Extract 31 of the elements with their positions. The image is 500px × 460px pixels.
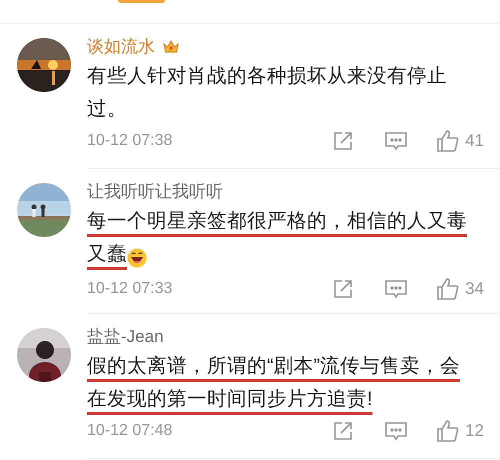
comment-time: 10-12 07:33 (87, 278, 174, 299)
like-button[interactable]: 41 (437, 128, 484, 154)
comment-button[interactable] (385, 420, 408, 441)
username[interactable]: 盐盐-Jean (87, 324, 164, 350)
share-icon (333, 130, 354, 151)
thumbs-up-icon (437, 278, 460, 300)
like-button[interactable]: 34 (437, 276, 484, 302)
comment-button[interactable] (385, 278, 408, 299)
comment-icon (385, 420, 408, 441)
like-button[interactable]: 12 (437, 418, 484, 444)
comment-time: 10-12 07:48 (87, 420, 174, 441)
comment-button[interactable] (385, 130, 408, 151)
thumbs-up-icon (437, 420, 460, 442)
share-button[interactable] (333, 278, 354, 299)
comment-text: 过。 (87, 98, 127, 120)
comment-text: 假的太离谱，所谓的“剧本”流传与售卖，会 (87, 355, 460, 377)
comment-text: 有些人针对肖战的各种损坏从来没有停止 (87, 65, 447, 87)
share-icon (333, 420, 354, 441)
comment-text: 又蠢 (87, 243, 127, 265)
comment-text: 每一个明星亲签都很严格的，相信的人又毒 (87, 210, 467, 232)
username[interactable]: 谈如流水 (87, 34, 155, 60)
thumbs-up-icon (437, 130, 460, 152)
share-icon (333, 278, 354, 299)
comment-icon (385, 278, 408, 299)
tab-indicator (118, 0, 165, 3)
share-button[interactable] (333, 130, 354, 151)
comment-time: 10-12 07:38 (87, 130, 174, 151)
comment-text: 在发现的第一时间同步片方追责! (87, 388, 372, 410)
comment-icon (385, 130, 408, 151)
share-button[interactable] (333, 420, 354, 441)
username[interactable]: 让我听听让我听听 (87, 179, 223, 205)
